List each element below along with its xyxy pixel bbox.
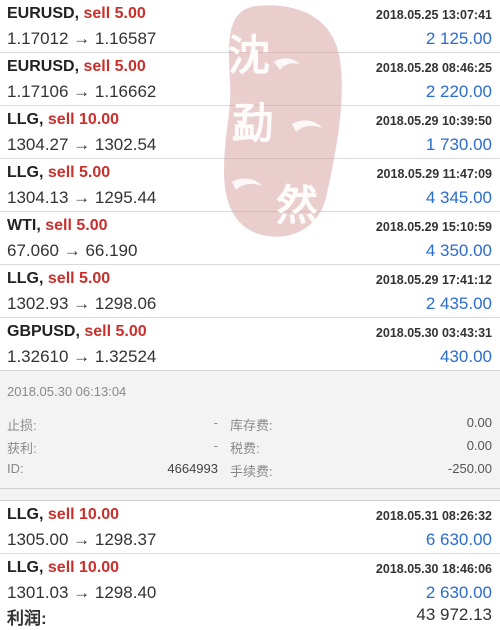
stop-loss-value: - <box>213 415 218 430</box>
order-side: sell 5.00 <box>83 5 146 22</box>
order-time: 2018.05.29 17:41:12 <box>375 273 492 287</box>
profit-total: 43 972.13 <box>416 605 492 624</box>
swap-value: 0.00 <box>466 415 492 430</box>
order-details-panel: 2018.05.30 06:13:04 止损: - 库存费: 0.00 获利: … <box>0 371 500 489</box>
order-symbol: EURUSD, <box>7 5 80 22</box>
order-symbol: LLG, <box>7 111 44 128</box>
order-profit: 2 125.00 <box>425 29 492 48</box>
order-side: sell 5.00 <box>47 270 111 287</box>
order-title: LLG, sell 5.00 <box>7 164 110 182</box>
order-profit: 1 730.00 <box>425 135 492 154</box>
order-prices: 1.32610 → 1.32524 <box>7 347 157 366</box>
taxes-value: 0.00 <box>466 438 492 453</box>
order-symbol: WTI, <box>7 217 41 234</box>
order-time: 2018.05.29 10:39:50 <box>375 114 492 128</box>
order-prices: 1302.93 → 1298.06 <box>7 294 157 313</box>
order-side: sell 10.00 <box>47 111 120 128</box>
order-prices: 1.17106 → 1.16662 <box>7 82 157 101</box>
order-profit: 4 350.00 <box>425 241 492 260</box>
commission-value: -250.00 <box>447 461 492 476</box>
order-row-expanded[interactable]: GBPUSD, sell 5.00 2018.05.30 03:43:31 1.… <box>0 318 500 371</box>
order-title: LLG, sell 10.00 <box>7 111 119 129</box>
order-prices: 1304.13 → 1295.44 <box>7 188 157 207</box>
section-divider <box>0 489 500 501</box>
order-side: sell 5.00 <box>45 217 108 234</box>
order-time: 2018.05.28 08:46:25 <box>375 61 492 75</box>
order-profit: 6 630.00 <box>425 530 492 549</box>
order-time: 2018.05.30 03:43:31 <box>375 326 492 340</box>
order-row[interactable]: WTI, sell 5.00 2018.05.29 15:10:59 67.06… <box>0 212 500 265</box>
order-prices: 67.060 → 66.190 <box>7 241 138 260</box>
order-symbol: LLG, <box>7 506 44 523</box>
order-symbol: LLG, <box>7 270 44 287</box>
order-row[interactable]: EURUSD, sell 5.00 2018.05.25 13:07:41 1.… <box>0 0 500 53</box>
order-row[interactable]: LLG, sell 10.00 2018.05.31 08:26:32 1305… <box>0 501 500 554</box>
profit-summary: 利润: 43 972.13 <box>0 598 500 630</box>
order-title: LLG, sell 10.00 <box>7 559 119 577</box>
order-side: sell 5.00 <box>84 323 147 340</box>
order-title: WTI, sell 5.00 <box>7 217 108 235</box>
order-prices: 1304.27 → 1302.54 <box>7 135 157 154</box>
id-value: 4664993 <box>167 461 218 476</box>
order-symbol: LLG, <box>7 164 44 181</box>
order-row[interactable]: EURUSD, sell 5.00 2018.05.28 08:46:25 1.… <box>0 53 500 106</box>
order-title: EURUSD, sell 5.00 <box>7 5 146 23</box>
order-title: LLG, sell 5.00 <box>7 270 110 288</box>
order-time: 2018.05.29 15:10:59 <box>375 220 492 234</box>
stop-loss-label: 止损: <box>7 418 37 433</box>
id-label: ID: <box>7 461 24 476</box>
order-row[interactable]: LLG, sell 5.00 2018.05.29 17:41:12 1302.… <box>0 265 500 318</box>
order-side: sell 10.00 <box>47 506 120 523</box>
commission-label: 手续费: <box>230 464 273 479</box>
order-title: LLG, sell 10.00 <box>7 506 119 524</box>
swap-label: 库存费: <box>230 418 273 433</box>
order-time: 2018.05.31 08:26:32 <box>375 509 492 523</box>
order-prices: 1305.00 → 1298.37 <box>7 530 157 549</box>
order-side: sell 5.00 <box>47 164 111 181</box>
taxes-label: 税费: <box>230 441 260 456</box>
order-time: 2018.05.29 11:47:09 <box>376 167 492 181</box>
details-time: 2018.05.30 06:13:04 <box>7 384 127 399</box>
order-time: 2018.05.30 18:46:06 <box>375 562 492 576</box>
details-row-stop-loss: 止损: - 库存费: 0.00 <box>0 415 500 435</box>
order-symbol: EURUSD, <box>7 58 80 75</box>
order-title: GBPUSD, sell 5.00 <box>7 323 147 341</box>
trade-history-list: EURUSD, sell 5.00 2018.05.25 13:07:41 1.… <box>0 0 500 607</box>
order-prices: 1.17012 → 1.16587 <box>7 29 157 48</box>
order-title: EURUSD, sell 5.00 <box>7 58 146 76</box>
order-symbol: GBPUSD, <box>7 323 80 340</box>
take-profit-value: - <box>213 438 218 453</box>
order-time: 2018.05.25 13:07:41 <box>375 8 492 22</box>
details-row-id: ID: 4664993 手续费: -250.00 <box>0 461 500 481</box>
profit-label: 利润: <box>7 609 47 628</box>
order-profit: 4 345.00 <box>425 188 492 207</box>
order-side: sell 10.00 <box>47 559 120 576</box>
details-row-take-profit: 获利: - 税费: 0.00 <box>0 438 500 458</box>
take-profit-label: 获利: <box>7 441 37 456</box>
order-side: sell 5.00 <box>83 58 146 75</box>
order-row[interactable]: LLG, sell 10.00 2018.05.29 10:39:50 1304… <box>0 106 500 159</box>
order-profit: 430.00 <box>440 347 492 366</box>
order-row[interactable]: LLG, sell 5.00 2018.05.29 11:47:09 1304.… <box>0 159 500 212</box>
order-profit: 2 220.00 <box>425 82 492 101</box>
order-symbol: LLG, <box>7 559 44 576</box>
order-profit: 2 435.00 <box>425 294 492 313</box>
